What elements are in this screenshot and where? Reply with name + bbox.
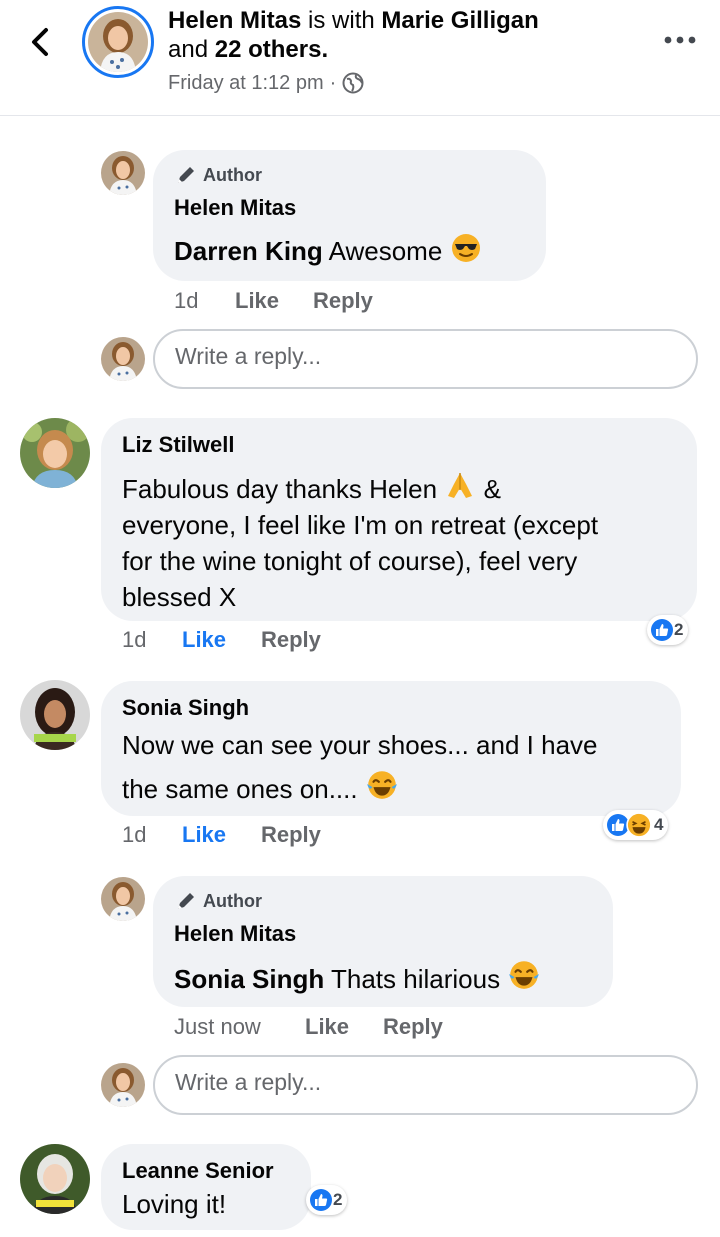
comment-bubble[interactable]: Leanne Senior Loving it! <box>101 1144 311 1230</box>
post-title: Helen Mitas is with Marie Gilligan <box>168 6 539 36</box>
mention[interactable]: Sonia Singh <box>174 964 324 994</box>
others-link[interactable]: 22 others. <box>215 36 328 63</box>
like-reaction-icon <box>310 1189 332 1211</box>
comment-bubble[interactable]: Author Helen Mitas Sonia Singh Thats hil… <box>153 876 613 1007</box>
mention[interactable]: Darren King <box>174 236 323 266</box>
sunglasses-emoji-icon <box>451 234 480 262</box>
comment-time[interactable]: 1d <box>122 822 146 848</box>
avatar <box>101 337 145 381</box>
poster-name[interactable]: Helen Mitas <box>168 7 301 34</box>
avatar[interactable] <box>20 418 90 488</box>
reaction-count: 2 <box>674 620 684 639</box>
comment-line: Now we can see your shoes... and I have <box>122 730 598 760</box>
like-button[interactable]: Like <box>182 822 226 848</box>
avatar[interactable] <box>20 1144 90 1214</box>
comment-time[interactable]: 1d <box>174 288 198 314</box>
haha-reaction-icon <box>626 812 652 838</box>
reply-input-container[interactable] <box>153 1055 698 1115</box>
comment-line-suffix: & <box>483 474 501 504</box>
reply-button[interactable]: Reply <box>261 627 321 653</box>
comment-line: for the wine tonight of course), feel ve… <box>122 546 578 576</box>
reply-input[interactable] <box>175 343 655 370</box>
comment-bubble[interactable]: Author Helen Mitas Darren King Awesome <box>153 150 546 281</box>
comment-line: blessed X <box>122 582 237 612</box>
comment-line: the same ones on.... <box>122 774 358 804</box>
and-text: and <box>168 36 209 63</box>
reaction-summary[interactable]: 2 <box>306 1185 348 1215</box>
like-button[interactable]: Like <box>182 627 226 653</box>
comment-text: Now we can see your shoes... and I have … <box>122 723 598 811</box>
period-text: . <box>321 36 329 63</box>
comment-time[interactable]: 1d <box>122 627 146 653</box>
like-button[interactable]: Like <box>305 1014 349 1040</box>
like-button[interactable]: Like <box>235 288 279 314</box>
post-timestamp: Friday at 1:12 pm · <box>168 70 364 96</box>
comment-text: Fabulous day thanks Helen & everyone, I … <box>122 470 692 615</box>
author-label: Author <box>203 164 262 185</box>
tagged-name[interactable]: Marie Gilligan <box>381 7 538 34</box>
reply-button[interactable]: Reply <box>313 288 373 314</box>
reaction-summary[interactable]: 4 <box>603 810 669 840</box>
comment-line-1: Fabulous day thanks Helen & <box>122 470 692 507</box>
poster-avatar[interactable] <box>82 6 154 78</box>
tears-of-joy-emoji-icon <box>366 771 397 799</box>
comment-bubble[interactable]: Sonia Singh Now we can see your shoes...… <box>101 681 681 816</box>
tears-of-joy-emoji-icon <box>509 961 540 989</box>
reaction-count: 4 <box>654 815 664 834</box>
author-label: Author <box>203 890 262 911</box>
comment-body: Thats hilarious <box>331 964 501 994</box>
comment-line-2: the same ones on.... <box>122 767 598 811</box>
commenter-name[interactable]: Leanne Senior <box>122 1158 274 1184</box>
comment-text: Sonia Singh Thats hilarious <box>174 958 541 997</box>
comment-body: Awesome <box>328 236 443 266</box>
avatar[interactable] <box>101 151 145 195</box>
avatar[interactable] <box>20 680 90 750</box>
post-header: Helen Mitas is with Marie Gilligan and 2… <box>0 0 720 116</box>
timestamp-text[interactable]: Friday at 1:12 pm <box>168 70 324 96</box>
author-badge: Author <box>175 164 262 186</box>
reply-button[interactable]: Reply <box>383 1014 443 1040</box>
more-options-icon[interactable] <box>660 28 700 52</box>
comment-bubble[interactable]: Liz Stilwell Fabulous day thanks Helen &… <box>101 418 697 621</box>
reply-button[interactable]: Reply <box>261 822 321 848</box>
comment-line: Fabulous day thanks Helen <box>122 474 438 504</box>
reply-input-container[interactable] <box>153 329 698 389</box>
commenter-name[interactable]: Liz Stilwell <box>122 432 234 458</box>
comment-line: everyone, I feel like I'm on retreat (ex… <box>122 510 599 540</box>
pencil-icon <box>178 167 194 183</box>
commenter-name[interactable]: Sonia Singh <box>122 695 249 721</box>
comment-text: Loving it! <box>122 1189 227 1219</box>
back-arrow-icon[interactable] <box>22 22 58 62</box>
commenter-name[interactable]: Helen Mitas <box>174 195 296 221</box>
avatar <box>101 1063 145 1107</box>
reaction-summary[interactable]: 2 <box>647 615 689 645</box>
commenter-name[interactable]: Helen Mitas <box>174 921 296 947</box>
like-reaction-icon <box>651 619 673 641</box>
separator-dot: · <box>329 72 337 94</box>
reaction-count: 2 <box>333 1190 343 1209</box>
others-label: 22 others <box>214 36 322 63</box>
comment-time[interactable]: Just now <box>174 1014 261 1040</box>
pencil-icon <box>178 893 194 909</box>
author-badge: Author <box>175 890 262 912</box>
avatar[interactable] <box>101 877 145 921</box>
comment-text: Darren King Awesome <box>174 232 482 269</box>
folded-hands-emoji-icon <box>448 473 473 498</box>
reply-input[interactable] <box>175 1069 655 1096</box>
is-with-text: is with <box>308 7 375 34</box>
post-title-line2: and 22 others. <box>168 35 328 65</box>
globe-icon <box>342 72 364 94</box>
